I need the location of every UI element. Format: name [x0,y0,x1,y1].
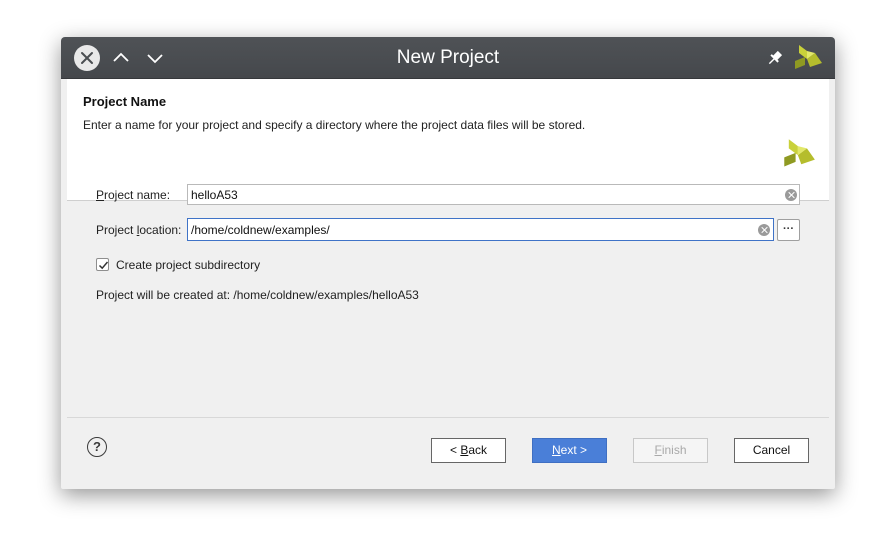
chevron-up-icon [113,52,129,62]
next-label-suffix: ext > [560,443,588,457]
checkmark-icon [98,261,109,270]
project-name-label-text: roject name: [104,188,171,202]
finish-label-suffix: inish [661,443,687,457]
back-label-prefix: < [449,443,461,457]
app-logo [793,43,823,76]
project-name-label: Project name: [96,188,170,202]
next-button[interactable]: Next > [532,438,607,463]
maximize-button[interactable] [112,49,130,67]
project-location-label-end: ocation: [139,223,182,237]
back-button[interactable]: < Back [431,438,506,463]
window-title: New Project [396,47,500,68]
footer-divider [67,417,829,418]
finish-mnemonic: F [654,443,662,457]
back-label-suffix: ack [468,443,488,457]
vivado-logo-icon [795,45,822,69]
project-name-value: helloA53 [191,188,238,202]
clear-icon[interactable] [785,189,797,201]
chevron-down-icon [147,54,163,64]
page-title: Project Name [83,94,167,109]
browse-location-button[interactable]: ··· [777,219,800,241]
close-icon [81,52,93,64]
finish-button[interactable]: Finish [633,438,708,463]
project-location-field[interactable]: /home/coldnew/examples/ [187,218,774,241]
next-mnemonic: N [551,443,561,457]
project-path-info: Project will be created at: /home/coldne… [96,288,419,302]
pin-button[interactable] [766,49,784,67]
close-button[interactable] [74,45,100,71]
create-subdirectory-checkbox[interactable] [96,258,109,271]
project-name-field[interactable]: helloA53 [187,184,800,205]
cancel-button[interactable]: Cancel [734,438,809,463]
project-location-label: Project location: [96,223,181,237]
create-subdirectory-label[interactable]: Create project subdirectory [116,258,260,272]
minimize-button[interactable] [146,49,164,67]
title-bar[interactable]: New Project [61,37,835,79]
header-logo [782,137,816,174]
page-description: Enter a name for your project and specif… [83,118,586,132]
project-location-label-start: Project [96,223,137,237]
project-location-value: /home/coldnew/examples/ [191,223,330,237]
help-icon[interactable]: ? [87,437,107,457]
project-name-mnemonic: P [96,188,105,202]
page-header: Project Name Enter a name for your proje… [67,79,829,201]
new-project-dialog: New Project Project Name Enter a name fo… [61,37,835,489]
pin-icon [768,50,783,65]
clear-icon[interactable] [758,224,770,236]
vivado-logo-icon [784,139,815,167]
